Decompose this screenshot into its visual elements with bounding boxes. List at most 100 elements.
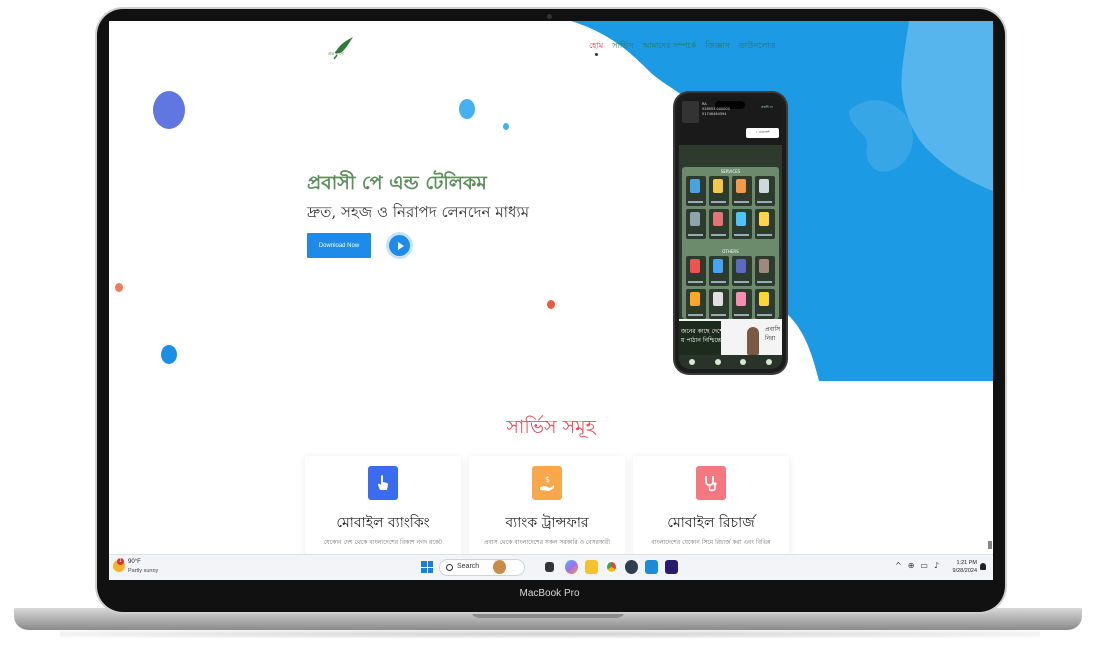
phone-service-tile [686, 209, 706, 239]
search-icon [446, 564, 453, 571]
service-card-title: ব্যাংক ট্রান্সফার [505, 515, 589, 531]
svg-text:$: $ [545, 475, 550, 484]
phone-user-number: 01746464594 [702, 112, 727, 116]
taskbar-search[interactable]: Search [439, 559, 525, 576]
service-card-description: প্রবাস থেকে বাংলাদেশের সকল সরকারি ও বেসর… [484, 539, 610, 546]
phone-other-tile [709, 256, 729, 286]
download-now-button[interactable]: Download Now [307, 233, 371, 258]
service-card-description: বাংলাদেশের যেকোন সিমে রিচার্জ করা এবং বি… [651, 539, 771, 546]
service-card-title: মোবাইল ব্যাংকিং [336, 515, 430, 531]
phone-services-panel: SERVICES [682, 167, 779, 251]
tray-app-icon[interactable]: ⊕ [908, 561, 915, 570]
phone-services-title: SERVICES [720, 169, 741, 174]
network-icon[interactable]: ▭ [920, 561, 928, 570]
phone-service-tile [732, 176, 752, 206]
phone-logo-text: প্রবাসী পে [761, 105, 773, 109]
volume-icon[interactable]: ♪ [934, 561, 939, 570]
phone-services-grid [682, 174, 779, 241]
task-view-icon[interactable] [545, 562, 554, 572]
hero-title: প্রবাসী পে এন্ড টেলিকম [307, 172, 487, 194]
windows-start-icon[interactable] [421, 561, 433, 573]
services-section-title: সার্ভিস সমূহ [506, 416, 596, 438]
decor-dot [161, 345, 177, 364]
phone-other-tile [755, 256, 775, 286]
phone-service-tile [755, 209, 775, 239]
nav-services[interactable]: সার্ভিস [612, 40, 633, 53]
phone-other-tile [732, 289, 752, 319]
phone-other-tile [755, 289, 775, 319]
weather-temperature[interactable]: 90°F [128, 559, 141, 565]
nav-active-indicator [595, 53, 598, 56]
phone-service-tile [755, 176, 775, 206]
phone-promo-right: প্রবাসি নিরা [765, 326, 781, 342]
chrome-icon[interactable] [605, 560, 618, 574]
phone-promo-person [747, 327, 759, 355]
money-hand-icon: $ [532, 466, 562, 500]
premiere-icon[interactable] [665, 560, 678, 574]
main-nav: হোম সার্ভিস আমাদের সম্পর্কে জিজ্ঞাস ডাউন… [589, 40, 776, 53]
phone-service-tile [709, 176, 729, 206]
widget-food-icon[interactable] [493, 560, 506, 574]
play-video-button[interactable] [389, 235, 410, 256]
taskbar-clock[interactable]: 1:21 PM 9/28/2024 [947, 559, 977, 575]
nav-faq[interactable]: জিজ্ঞাস [705, 40, 730, 53]
file-explorer-icon[interactable] [585, 560, 598, 574]
tray-chevron-icon[interactable]: ^ [895, 561, 902, 570]
service-card-title: মোবাইল রিচার্জ [667, 515, 755, 531]
weather-alert-badge: 1 [117, 558, 124, 565]
copilot-icon[interactable] [565, 560, 578, 574]
hero-subtitle: দ্রুত, সহজ ও নিরাপদ লেনদেন মাধ্যম [307, 203, 530, 221]
phone-nav-icon [766, 359, 773, 365]
phone-bottom-nav [679, 355, 782, 369]
service-card-description: যেকোন দেশ থেকে বাংলাদেশের বিকাশ নগদ রকেট [323, 539, 443, 546]
phone-service-tile [709, 209, 729, 239]
phone-others-title: OTHERS [722, 249, 739, 254]
decor-dot [547, 300, 555, 309]
phone-others-grid [682, 254, 779, 321]
decor-dot [459, 99, 475, 119]
phone-nav-icon [740, 359, 747, 365]
camera [547, 14, 552, 19]
screen: প্রবাসী পে হোম সার্ভিস আমাদের সম্পর্কে জ… [109, 21, 993, 580]
site-logo-text: প্রবাসী পে [328, 51, 344, 56]
page-scrollbar[interactable] [988, 541, 992, 549]
phone-promo-text-right: প্রবাসি নিরা [765, 325, 780, 343]
phone-other-tile [686, 256, 706, 286]
device-label: MacBook Pro [519, 588, 580, 599]
phone-nav-icon [714, 359, 721, 365]
laptop-shadow [60, 630, 1040, 638]
clock-time: 1:21 PM [956, 560, 977, 566]
phone-nav-icon [688, 359, 695, 365]
hand-pointer-icon [368, 466, 398, 500]
decor-dot [153, 91, 185, 129]
phone-other-tile [732, 256, 752, 286]
nav-about[interactable]: আমাদের সম্পর্কে [642, 40, 696, 53]
search-placeholder: Search [457, 563, 480, 570]
vscode-icon[interactable] [645, 560, 658, 574]
decor-dot [115, 283, 123, 292]
decor-dot [503, 123, 509, 130]
wordpress-icon[interactable] [625, 560, 638, 574]
phone-other-tile [686, 289, 706, 319]
weather-description[interactable]: Partly sunny [128, 568, 158, 574]
stethoscope-icon [696, 466, 726, 500]
system-tray: ^ ⊕ ▭ ♪ [895, 561, 939, 570]
nav-download[interactable]: ডাউনলোড [739, 40, 776, 53]
phone-balance-button: ১ ব্যালেন্স [746, 128, 779, 138]
phone-promo-text-left: জনের কাছে দেশে য় পাঠান নিশ্চিন্তে! [679, 321, 721, 355]
windows-taskbar: 1 90°F Partly sunny Search ^ ⊕ ▭ ♪ 1:21 … [109, 554, 993, 580]
phone-mockup: RA 528953.000000 01746464594 প্রবাসী পে … [675, 93, 786, 373]
phone-service-tile [686, 176, 706, 206]
phone-user-info: RA 528953.000000 01746464594 [702, 102, 730, 117]
phone-avatar [682, 101, 699, 123]
phone-promo-left: জনের কাছে দেশে য় পাঠান নিশ্চিন্তে! [681, 328, 721, 344]
phone-other-tile [709, 289, 729, 319]
play-icon [397, 241, 404, 250]
nav-home[interactable]: হোম [589, 40, 603, 53]
phone-screen: RA 528953.000000 01746464594 প্রবাসী পে … [679, 97, 782, 369]
phone-service-tile [732, 209, 752, 239]
notification-bell-icon[interactable] [980, 563, 986, 570]
clock-date: 9/28/2024 [952, 568, 977, 574]
hero-blue-wave [571, 21, 993, 381]
stage: MacBook Pro প্রবাসী পে হোম সার্ভিস আমাদে… [0, 0, 1099, 647]
